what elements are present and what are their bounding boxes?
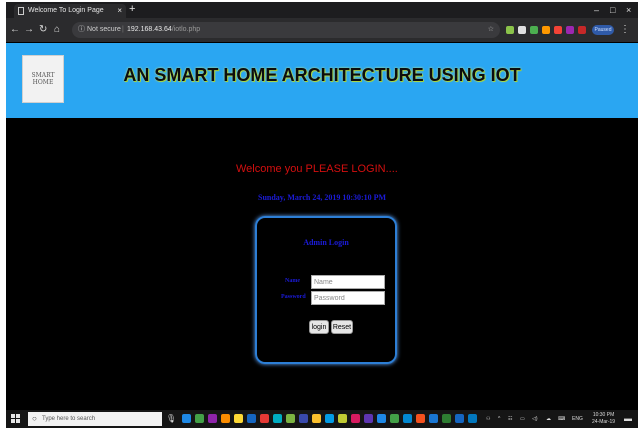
name-label: Name — [285, 278, 300, 284]
bookmark-star-icon[interactable]: ☆ — [488, 22, 494, 38]
browser-tab-bar: Welcome To Login Page × + – □ × — [6, 2, 638, 18]
microphone-icon[interactable]: 🎙 — [166, 410, 176, 428]
home-icon[interactable]: ⌂ — [54, 23, 60, 37]
extension-icon[interactable] — [530, 26, 538, 34]
file-explorer-icon[interactable] — [234, 414, 243, 423]
forward-icon[interactable]: → — [24, 23, 34, 37]
taskbar-app-icon[interactable] — [338, 414, 347, 423]
login-form: Admin Login Name Password login Reset — [255, 216, 397, 364]
taskbar: ○ Type here to search 🎙 ⚇ ^ ☷ ▭ ◁) ☁ ⌨ E… — [6, 410, 638, 428]
extension-icon[interactable] — [566, 26, 574, 34]
taskbar-app-icon[interactable] — [390, 414, 399, 423]
name-input[interactable] — [311, 275, 385, 289]
tab-title: Welcome To Login Page — [28, 7, 104, 14]
edge-icon[interactable] — [182, 414, 191, 423]
page-icon — [18, 7, 24, 15]
onedrive-icon[interactable]: ☁ — [546, 410, 551, 428]
network-icon[interactable]: ☷ — [508, 410, 512, 428]
browser-toolbar: ← → ↻ ⌂ ⓘ Not secure | 192.168.43.64/iot… — [6, 18, 638, 42]
login-title: Admin Login — [303, 238, 349, 247]
url-separator: | — [122, 26, 124, 33]
taskbar-app-icon[interactable] — [325, 414, 334, 423]
reload-icon[interactable]: ↻ — [39, 23, 47, 37]
minimize-icon[interactable]: – — [594, 2, 599, 18]
language-indicator[interactable]: ENG — [572, 410, 583, 428]
reset-button[interactable]: Reset — [331, 320, 353, 334]
profile-paused-button[interactable]: Paused — [592, 25, 614, 35]
site-header: SMART HOME AN SMART HOME ARCHITECTURE US… — [6, 43, 638, 118]
taskbar-app-icon[interactable] — [416, 414, 425, 423]
address-bar[interactable]: ⓘ Not secure | 192.168.43.64/iotlo.php ☆ — [72, 22, 500, 38]
taskbar-app-icon[interactable] — [221, 414, 230, 423]
show-hidden-icons[interactable]: ^ — [498, 410, 500, 428]
taskbar-app-icon[interactable] — [195, 414, 204, 423]
browser-tab[interactable]: Welcome To Login Page × — [14, 4, 126, 18]
chrome-icon[interactable] — [455, 414, 464, 423]
notifications-icon[interactable]: ▬ — [624, 410, 632, 428]
people-icon[interactable]: ⚇ — [486, 410, 490, 428]
cortana-icon: ○ — [32, 414, 37, 423]
keyboard-icon[interactable]: ⌨ — [558, 410, 565, 428]
extension-icon[interactable] — [506, 26, 514, 34]
taskbar-app-icon[interactable] — [312, 414, 321, 423]
taskbar-app-icon[interactable] — [208, 414, 217, 423]
url-text: 192.168.43.64/iotlo.php — [127, 22, 200, 38]
taskbar-app-icon[interactable] — [377, 414, 386, 423]
taskbar-app-icon[interactable] — [286, 414, 295, 423]
close-window-icon[interactable]: × — [626, 2, 631, 18]
taskbar-app-icon[interactable] — [351, 414, 360, 423]
site-title: AN SMART HOME ARCHITECTURE USING IOT — [123, 65, 521, 85]
current-datetime: Sunday, March 24, 2019 10:30:10 PM — [258, 193, 387, 202]
clock-date: 24-Mar-19 — [592, 419, 616, 425]
menu-icon[interactable]: ⋮ — [620, 23, 630, 37]
battery-icon[interactable]: ▭ — [520, 410, 525, 428]
password-label: Password — [281, 294, 306, 300]
info-icon[interactable]: ⓘ — [78, 22, 85, 38]
volume-icon[interactable]: ◁) — [532, 410, 538, 428]
password-input[interactable] — [311, 291, 385, 305]
windows-start-icon[interactable] — [11, 414, 21, 424]
system-clock[interactable]: 10:30 PM 24-Mar-19 — [592, 412, 615, 426]
extension-icon[interactable] — [542, 26, 550, 34]
security-status: Not secure — [87, 26, 121, 33]
taskbar-app-icon[interactable] — [247, 414, 256, 423]
screen: Welcome To Login Page × + – □ × ← → ↻ ⌂ … — [6, 2, 638, 428]
taskbar-app-icon[interactable] — [442, 414, 451, 423]
extension-icon[interactable] — [518, 26, 526, 34]
taskbar-search-box[interactable]: ○ Type here to search — [28, 412, 162, 426]
welcome-message: Welcome you PLEASE LOGIN.... — [236, 163, 398, 175]
tab-close-icon[interactable]: × — [117, 4, 122, 18]
clock-time: 10:30 PM — [592, 412, 615, 418]
taskbar-app-icon[interactable] — [468, 414, 477, 423]
taskbar-app-icon[interactable] — [260, 414, 269, 423]
login-button[interactable]: login — [309, 320, 329, 334]
maximize-icon[interactable]: □ — [610, 2, 615, 18]
taskbar-app-icon[interactable] — [364, 414, 373, 423]
new-tab-button[interactable]: + — [129, 2, 135, 16]
taskbar-app-icon[interactable] — [273, 414, 282, 423]
back-icon[interactable]: ← — [10, 23, 20, 37]
extension-icon[interactable] — [578, 26, 586, 34]
taskbar-app-icon[interactable] — [299, 414, 308, 423]
url-path: /iotlo.php — [171, 26, 201, 33]
taskbar-app-icon[interactable] — [429, 414, 438, 423]
extension-icon[interactable] — [554, 26, 562, 34]
url-host: 192.168.43.64 — [127, 26, 172, 33]
taskbar-app-icon[interactable] — [403, 414, 412, 423]
search-placeholder: Type here to search — [42, 416, 96, 422]
